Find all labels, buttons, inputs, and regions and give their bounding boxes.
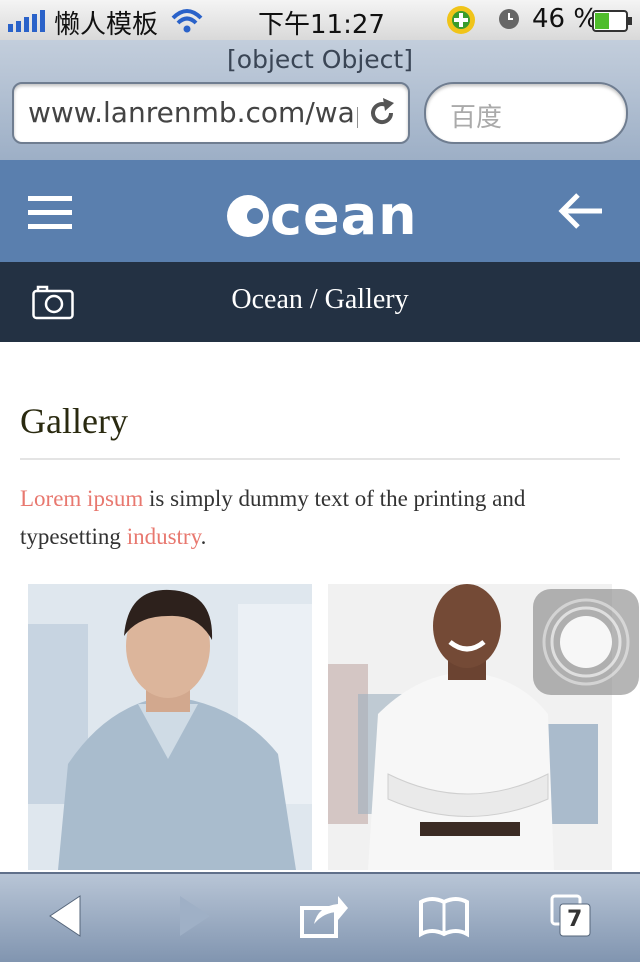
- alarm-clock-icon: [499, 9, 519, 29]
- photo-man-casual: [28, 584, 312, 870]
- hamburger-icon[interactable]: [28, 194, 72, 230]
- intro-text-end: .: [200, 524, 207, 549]
- intro-link-lorem[interactable]: Lorem ipsum: [20, 486, 143, 511]
- wifi-icon: [171, 9, 203, 33]
- tabs-count: 7: [567, 907, 583, 932]
- logo-text: cean: [270, 184, 418, 247]
- intro-link-industry[interactable]: industry: [127, 524, 201, 549]
- search-placeholder: 百度: [450, 103, 503, 133]
- back-arrow-icon[interactable]: [558, 192, 604, 230]
- back-icon[interactable]: [46, 892, 84, 940]
- tabs-button[interactable]: 7: [550, 892, 594, 940]
- reload-icon[interactable]: [366, 97, 398, 129]
- signal-bars-icon: [8, 10, 45, 32]
- breadcrumb-bar: Ocean / Gallery: [0, 262, 640, 342]
- divider: [20, 458, 620, 460]
- app-notification-icon: [447, 6, 475, 34]
- site-logo[interactable]: cean: [226, 184, 418, 247]
- carrier-name: 懒人模板: [54, 10, 159, 40]
- browser-chrome: [object Object] www.lanrenmb.com/wap 百度: [0, 40, 640, 162]
- search-input[interactable]: 百度: [424, 82, 628, 144]
- clock: 下午11:27: [258, 10, 385, 40]
- status-bar: 懒人模板 下午11:27 46 %: [0, 0, 640, 41]
- assistive-touch-button[interactable]: [533, 589, 639, 695]
- page-title: Gallery: [20, 401, 128, 441]
- browser-page-title: [object Object]: [227, 45, 413, 74]
- gallery-photo-1[interactable]: [28, 584, 312, 870]
- breadcrumb: Ocean / Gallery: [231, 284, 409, 315]
- intro-text: Lorem ipsum is simply dummy text of the …: [20, 480, 620, 556]
- url-text[interactable]: www.lanrenmb.com/wap: [28, 96, 358, 129]
- share-icon[interactable]: [300, 892, 350, 940]
- forward-icon[interactable]: [176, 892, 214, 940]
- battery-percent: 46 %: [532, 4, 599, 34]
- bookmarks-icon[interactable]: [418, 892, 470, 940]
- address-bar[interactable]: www.lanrenmb.com/wap: [12, 82, 410, 144]
- battery-icon: [592, 10, 632, 32]
- browser-toolbar: 7: [0, 872, 640, 962]
- site-header: cean: [0, 160, 640, 262]
- assistive-touch-icon: [542, 598, 630, 686]
- logo-drop-icon: [227, 195, 269, 237]
